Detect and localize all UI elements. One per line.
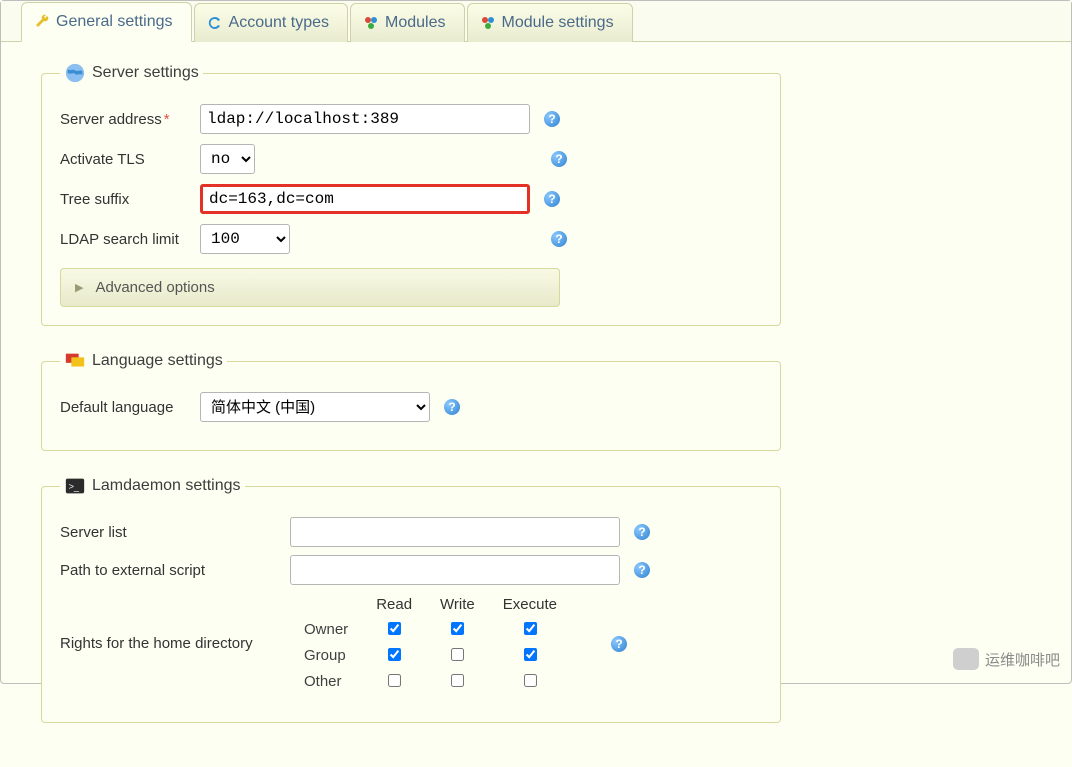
chk-group-execute[interactable] [524, 648, 537, 661]
watermark: 运维咖啡吧 [953, 648, 1060, 670]
chk-owner-read[interactable] [388, 622, 401, 635]
chevron-right-icon: ▶ [75, 281, 83, 294]
server-settings-legend: Server settings [60, 62, 203, 84]
rights-row-group: Group [290, 642, 571, 668]
refresh-icon [207, 15, 223, 31]
help-icon[interactable]: ? [551, 151, 567, 167]
server-list-input[interactable] [290, 517, 620, 547]
chk-owner-execute[interactable] [524, 622, 537, 635]
chk-other-execute[interactable] [524, 674, 537, 687]
server-address-input[interactable] [200, 104, 530, 134]
lamdaemon-settings-legend: >_ Lamdaemon settings [60, 475, 245, 497]
script-path-row: Path to external script ? [60, 555, 762, 585]
server-settings-group: Server settings Server address* ? Activa… [41, 62, 781, 326]
tab-label: Module settings [502, 14, 614, 32]
rights-row-other: Other [290, 668, 571, 694]
help-icon[interactable]: ? [544, 111, 560, 127]
tab-module-settings[interactable]: Module settings [467, 3, 633, 42]
script-path-input[interactable] [290, 555, 620, 585]
modules-icon [363, 15, 379, 31]
col-read: Read [362, 593, 426, 616]
rights-row: Rights for the home directory Read Write… [60, 593, 762, 694]
globe-icon [64, 62, 86, 84]
terminal-icon: >_ [64, 475, 86, 497]
tab-bar: General settings Account types Modules M… [1, 1, 1071, 42]
server-address-row: Server address* ? [60, 104, 762, 134]
server-list-label: Server list [60, 524, 290, 541]
modules-icon [480, 15, 496, 31]
chk-group-read[interactable] [388, 648, 401, 661]
tree-suffix-row: Tree suffix ? [60, 184, 762, 214]
help-icon[interactable]: ? [611, 636, 627, 652]
server-address-label: Server address* [60, 111, 200, 128]
help-icon[interactable]: ? [444, 399, 460, 415]
advanced-options-label: Advanced options [95, 279, 214, 296]
tree-suffix-input[interactable] [200, 184, 530, 214]
rights-table: Read Write Execute Owner Group [290, 593, 571, 694]
ldap-limit-label: LDAP search limit [60, 231, 200, 248]
server-list-row: Server list ? [60, 517, 762, 547]
activate-tls-label: Activate TLS [60, 151, 200, 168]
chk-other-write[interactable] [451, 674, 464, 687]
help-icon[interactable]: ? [544, 191, 560, 207]
default-language-select[interactable]: 简体中文 (中国) [200, 392, 430, 422]
chk-owner-write[interactable] [451, 622, 464, 635]
wechat-icon [953, 648, 979, 670]
default-language-row: Default language 简体中文 (中国) ? [60, 392, 762, 422]
help-icon[interactable]: ? [634, 524, 650, 540]
rights-label: Rights for the home directory [60, 635, 290, 652]
script-path-label: Path to external script [60, 562, 290, 579]
ldap-limit-row: LDAP search limit 100 ? [60, 224, 762, 254]
tree-suffix-label: Tree suffix [60, 191, 200, 208]
tab-label: Account types [229, 14, 330, 32]
activate-tls-row: Activate TLS no ? [60, 144, 762, 174]
svg-text:>_: >_ [69, 482, 80, 492]
chk-other-read[interactable] [388, 674, 401, 687]
ldap-limit-select[interactable]: 100 [200, 224, 290, 254]
tab-label: Modules [385, 14, 445, 32]
chk-group-write[interactable] [451, 648, 464, 661]
activate-tls-select[interactable]: no [200, 144, 255, 174]
language-settings-legend: Language settings [60, 350, 227, 372]
default-language-label: Default language [60, 399, 200, 416]
tab-general[interactable]: General settings [21, 2, 192, 42]
advanced-options-toggle[interactable]: ▶ Advanced options [60, 268, 560, 307]
flags-icon [64, 350, 86, 372]
tab-body: Server settings Server address* ? Activa… [1, 42, 1071, 767]
wrench-icon [34, 14, 50, 30]
rights-row-owner: Owner [290, 616, 571, 642]
col-exec: Execute [489, 593, 571, 616]
tab-label: General settings [56, 13, 173, 31]
tab-modules[interactable]: Modules [350, 3, 464, 42]
lamdaemon-settings-group: >_ Lamdaemon settings Server list ? Path… [41, 475, 781, 723]
language-settings-group: Language settings Default language 简体中文 … [41, 350, 781, 451]
tab-account-types[interactable]: Account types [194, 3, 349, 42]
help-icon[interactable]: ? [551, 231, 567, 247]
col-write: Write [426, 593, 489, 616]
help-icon[interactable]: ? [634, 562, 650, 578]
